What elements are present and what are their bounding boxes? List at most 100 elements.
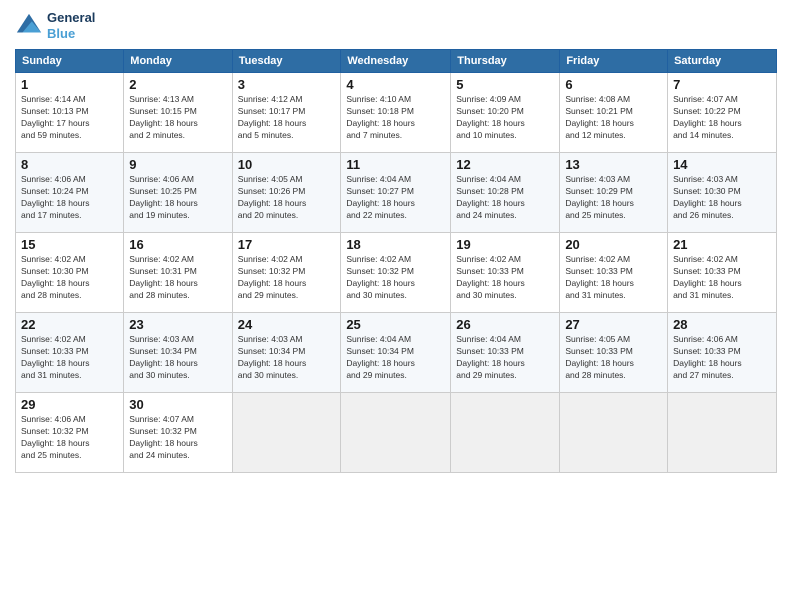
calendar-cell: 20 Sunrise: 4:02 AM Sunset: 10:33 PM Dayl… [560,233,668,313]
logo: General Blue [15,10,95,41]
calendar-cell: 6 Sunrise: 4:08 AM Sunset: 10:21 PM Dayli… [560,73,668,153]
header-monday: Monday [124,50,232,73]
day-info: Sunrise: 4:09 AM Sunset: 10:20 PM Daylig… [456,94,554,142]
day-info: Sunrise: 4:02 AM Sunset: 10:30 PM Daylig… [21,254,118,302]
header-friday: Friday [560,50,668,73]
day-number: 23 [129,317,226,332]
calendar-row: 15 Sunrise: 4:02 AM Sunset: 10:30 PM Dayl… [16,233,777,313]
day-number: 20 [565,237,662,252]
day-info: Sunrise: 4:07 AM Sunset: 10:22 PM Daylig… [673,94,771,142]
calendar-cell: 27Sunrise: 4:05 AM Sunset: 10:33 PM Dayl… [560,313,668,393]
day-number: 15 [21,237,118,252]
day-number: 12 [456,157,554,172]
calendar-cell [451,393,560,473]
day-info: Sunrise: 4:06 AM Sunset: 10:25 PM Daylig… [129,174,226,222]
day-number: 9 [129,157,226,172]
calendar-cell: 1 Sunrise: 4:14 AM Sunset: 10:13 PM Dayli… [16,73,124,153]
calendar-cell [341,393,451,473]
calendar-row: 22Sunrise: 4:02 AM Sunset: 10:33 PM Dayl… [16,313,777,393]
day-info: Sunrise: 4:06 AM Sunset: 10:32 PM Daylig… [21,414,118,462]
day-number: 18 [346,237,445,252]
day-number: 7 [673,77,771,92]
day-number: 3 [238,77,336,92]
day-number: 10 [238,157,336,172]
header: General Blue [15,10,777,41]
calendar-cell: 12 Sunrise: 4:04 AM Sunset: 10:28 PM Dayl… [451,153,560,233]
calendar-cell: 14 Sunrise: 4:03 AM Sunset: 10:30 PM Dayl… [668,153,777,233]
day-number: 13 [565,157,662,172]
day-number: 2 [129,77,226,92]
day-info: Sunrise: 4:03 AM Sunset: 10:30 PM Daylig… [673,174,771,222]
day-info: Sunrise: 4:04 AM Sunset: 10:33 PM Daylig… [456,334,554,382]
calendar-cell [232,393,341,473]
day-info: Sunrise: 4:02 AM Sunset: 10:33 PM Daylig… [673,254,771,302]
calendar-cell: 25 Sunrise: 4:04 AM Sunset: 10:34 PM Dayl… [341,313,451,393]
day-info: Sunrise: 4:04 AM Sunset: 10:28 PM Daylig… [456,174,554,222]
calendar-cell: 22Sunrise: 4:02 AM Sunset: 10:33 PM Dayl… [16,313,124,393]
calendar-cell [560,393,668,473]
calendar-row: 8 Sunrise: 4:06 AM Sunset: 10:24 PM Dayli… [16,153,777,233]
calendar-cell [668,393,777,473]
calendar-cell: 16 Sunrise: 4:02 AM Sunset: 10:31 PM Dayl… [124,233,232,313]
day-info: Sunrise: 4:10 AM Sunset: 10:18 PM Daylig… [346,94,445,142]
day-number: 14 [673,157,771,172]
calendar-cell: 2 Sunrise: 4:13 AM Sunset: 10:15 PM Dayli… [124,73,232,153]
day-info: Sunrise: 4:14 AM Sunset: 10:13 PM Daylig… [21,94,118,142]
day-number: 26 [456,317,554,332]
day-info: Sunrise: 4:07 AM Sunset: 10:32 PM Daylig… [129,414,226,462]
calendar-cell: 7 Sunrise: 4:07 AM Sunset: 10:22 PM Dayli… [668,73,777,153]
calendar-cell: 30 Sunrise: 4:07 AM Sunset: 10:32 PM Dayl… [124,393,232,473]
header-thursday: Thursday [451,50,560,73]
header-row: SundayMondayTuesdayWednesdayThursdayFrid… [16,50,777,73]
page: General Blue SundayMondayTuesdayWednesda… [0,0,792,612]
calendar-cell: 11Sunrise: 4:04 AM Sunset: 10:27 PM Dayl… [341,153,451,233]
day-info: Sunrise: 4:13 AM Sunset: 10:15 PM Daylig… [129,94,226,142]
calendar-cell: 10 Sunrise: 4:05 AM Sunset: 10:26 PM Dayl… [232,153,341,233]
day-info: Sunrise: 4:03 AM Sunset: 10:34 PM Daylig… [129,334,226,382]
logo-text: General Blue [47,10,95,41]
day-number: 16 [129,237,226,252]
day-number: 8 [21,157,118,172]
calendar-cell: 28 Sunrise: 4:06 AM Sunset: 10:33 PM Dayl… [668,313,777,393]
day-number: 29 [21,397,118,412]
calendar-cell: 26 Sunrise: 4:04 AM Sunset: 10:33 PM Dayl… [451,313,560,393]
calendar-cell: 18Sunrise: 4:02 AM Sunset: 10:32 PM Dayl… [341,233,451,313]
calendar-cell: 17Sunrise: 4:02 AM Sunset: 10:32 PM Dayl… [232,233,341,313]
day-number: 22 [21,317,118,332]
calendar-cell: 19 Sunrise: 4:02 AM Sunset: 10:33 PM Dayl… [451,233,560,313]
day-number: 11 [346,157,445,172]
calendar-cell: 8 Sunrise: 4:06 AM Sunset: 10:24 PM Dayli… [16,153,124,233]
header-tuesday: Tuesday [232,50,341,73]
day-number: 30 [129,397,226,412]
day-info: Sunrise: 4:05 AM Sunset: 10:26 PM Daylig… [238,174,336,222]
day-info: Sunrise: 4:06 AM Sunset: 10:24 PM Daylig… [21,174,118,222]
calendar-cell: 4 Sunrise: 4:10 AM Sunset: 10:18 PM Dayli… [341,73,451,153]
day-info: Sunrise: 4:04 AM Sunset: 10:34 PM Daylig… [346,334,445,382]
day-info: Sunrise: 4:03 AM Sunset: 10:34 PM Daylig… [238,334,336,382]
day-info: Sunrise: 4:06 AM Sunset: 10:33 PM Daylig… [673,334,771,382]
day-number: 4 [346,77,445,92]
calendar-cell: 23 Sunrise: 4:03 AM Sunset: 10:34 PM Dayl… [124,313,232,393]
day-info: Sunrise: 4:02 AM Sunset: 10:32 PM Daylig… [238,254,336,302]
day-info: Sunrise: 4:02 AM Sunset: 10:33 PM Daylig… [456,254,554,302]
calendar-cell: 5 Sunrise: 4:09 AM Sunset: 10:20 PM Dayli… [451,73,560,153]
calendar-cell: 13Sunrise: 4:03 AM Sunset: 10:29 PM Dayl… [560,153,668,233]
header-saturday: Saturday [668,50,777,73]
day-number: 6 [565,77,662,92]
day-info: Sunrise: 4:02 AM Sunset: 10:33 PM Daylig… [565,254,662,302]
day-number: 19 [456,237,554,252]
day-number: 1 [21,77,118,92]
calendar-cell: 21 Sunrise: 4:02 AM Sunset: 10:33 PM Dayl… [668,233,777,313]
logo-icon [15,12,43,40]
day-number: 5 [456,77,554,92]
calendar-cell: 9 Sunrise: 4:06 AM Sunset: 10:25 PM Dayli… [124,153,232,233]
day-info: Sunrise: 4:08 AM Sunset: 10:21 PM Daylig… [565,94,662,142]
day-number: 28 [673,317,771,332]
header-sunday: Sunday [16,50,124,73]
day-info: Sunrise: 4:05 AM Sunset: 10:33 PM Daylig… [565,334,662,382]
day-info: Sunrise: 4:02 AM Sunset: 10:31 PM Daylig… [129,254,226,302]
day-number: 24 [238,317,336,332]
day-number: 21 [673,237,771,252]
calendar-cell: 15 Sunrise: 4:02 AM Sunset: 10:30 PM Dayl… [16,233,124,313]
day-number: 25 [346,317,445,332]
